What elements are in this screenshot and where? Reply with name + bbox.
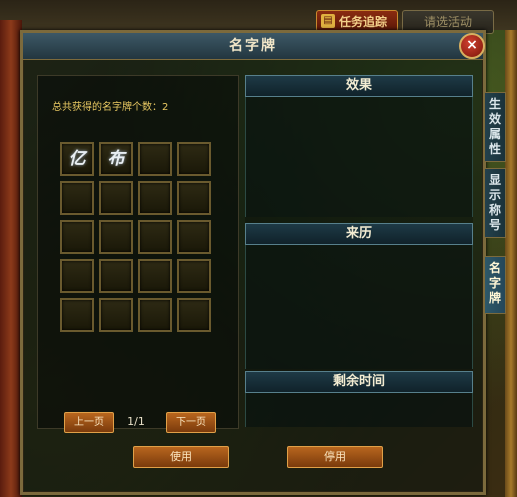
name-plate-count: 总共获得的名字牌个数：2 (52, 102, 169, 113)
name-plate-glyph (101, 222, 131, 252)
tab-char: 性 (488, 142, 501, 156)
effect-section-body (245, 97, 473, 217)
name-plate-glyph (62, 300, 92, 330)
game-world-pillar (0, 20, 22, 497)
name-plate-slot[interactable]: 亿 (60, 142, 94, 176)
name-plate-slot[interactable] (138, 220, 172, 254)
name-plate-glyph (179, 261, 209, 291)
activity-button-label: 请选活动 (423, 15, 472, 29)
tab-char: 字 (488, 276, 501, 290)
next-page-button[interactable]: 下一页 (166, 412, 216, 433)
tab-char: 生 (488, 97, 501, 111)
name-plate-slot[interactable] (177, 181, 211, 215)
tab-char: 显 (488, 173, 501, 187)
name-plate-glyph (140, 222, 170, 252)
name-plate-glyph (62, 222, 92, 252)
name-plate-slot[interactable]: 布 (99, 142, 133, 176)
tab-char: 称 (488, 203, 501, 217)
effect-section-header: 效果 (245, 75, 473, 97)
dialog-titlebar: 名字牌 × (23, 33, 485, 60)
name-plate-slot[interactable] (99, 220, 133, 254)
disable-button[interactable]: 停用 (287, 446, 383, 468)
tab-display-title[interactable]: 显 示 称 号 (484, 168, 506, 238)
name-plate-slot[interactable] (60, 259, 94, 293)
remaining-time-section-header: 剩余时间 (245, 371, 473, 393)
name-plate-slot[interactable] (99, 259, 133, 293)
name-plate-slot[interactable] (177, 142, 211, 176)
name-plate-glyph (179, 300, 209, 330)
name-plate-glyph (140, 144, 170, 174)
name-plate-slot[interactable] (99, 181, 133, 215)
prev-page-button[interactable]: 上一页 (64, 412, 114, 433)
name-plate-slot[interactable] (177, 298, 211, 332)
name-plate-slot[interactable] (138, 298, 172, 332)
name-plate-glyph (62, 183, 92, 213)
name-plate-glyph (140, 300, 170, 330)
name-plate-slot[interactable] (177, 259, 211, 293)
name-plate-slot[interactable] (138, 142, 172, 176)
remaining-time-section-body (245, 393, 473, 427)
tab-char: 效 (488, 112, 501, 126)
origin-section-header: 来历 (245, 223, 473, 245)
tab-char: 示 (488, 188, 501, 202)
name-plate-glyph (140, 183, 170, 213)
name-plate-slot[interactable] (177, 220, 211, 254)
name-plate-slot[interactable] (138, 259, 172, 293)
name-plate-glyph (62, 261, 92, 291)
name-plate-glyph (179, 222, 209, 252)
name-plate-detail-panel: 效果 来历 剩余时间 (245, 75, 473, 427)
name-plate-slot[interactable] (60, 181, 94, 215)
name-plate-collection-panel: 总共获得的名字牌个数：2 亿 布 上一页 1/1 下一页 (37, 75, 239, 433)
name-plate-glyph (101, 261, 131, 291)
name-plate-slot[interactable] (99, 298, 133, 332)
tab-name-plate[interactable]: 名 字 牌 (484, 256, 506, 314)
name-plate-glyph (140, 261, 170, 291)
tab-char: 属 (488, 127, 501, 141)
name-plate-glyph (101, 300, 131, 330)
name-plate-dialog: 名字牌 × 总共获得的名字牌个数：2 亿 布 上一页 1/1 下一页 效果 来历… (20, 30, 486, 495)
use-button[interactable]: 使用 (133, 446, 229, 468)
name-plate-slot[interactable] (60, 298, 94, 332)
close-icon[interactable]: × (459, 33, 485, 59)
name-plate-glyph: 亿 (68, 149, 86, 169)
tab-char: 牌 (488, 291, 501, 305)
quest-track-button[interactable]: ▤ 任务追踪 (316, 10, 398, 32)
name-plate-slot[interactable] (60, 220, 94, 254)
name-plate-glyph (179, 144, 209, 174)
name-plate-slot[interactable] (138, 181, 172, 215)
quest-track-label: 任务追踪 (339, 15, 388, 29)
tab-effective-attributes[interactable]: 生 效 属 性 (484, 92, 506, 162)
page-indicator: 1/1 (127, 415, 145, 428)
tab-char: 名 (488, 261, 501, 275)
tab-char: 号 (488, 218, 501, 232)
game-world-pillar-right (505, 30, 517, 497)
dialog-title: 名字牌 (229, 38, 277, 54)
quest-scroll-icon: ▤ (321, 14, 335, 28)
name-plate-glyph (179, 183, 209, 213)
name-plate-glyph (101, 183, 131, 213)
origin-section-body (245, 245, 473, 369)
name-plate-glyph: 布 (107, 149, 125, 169)
